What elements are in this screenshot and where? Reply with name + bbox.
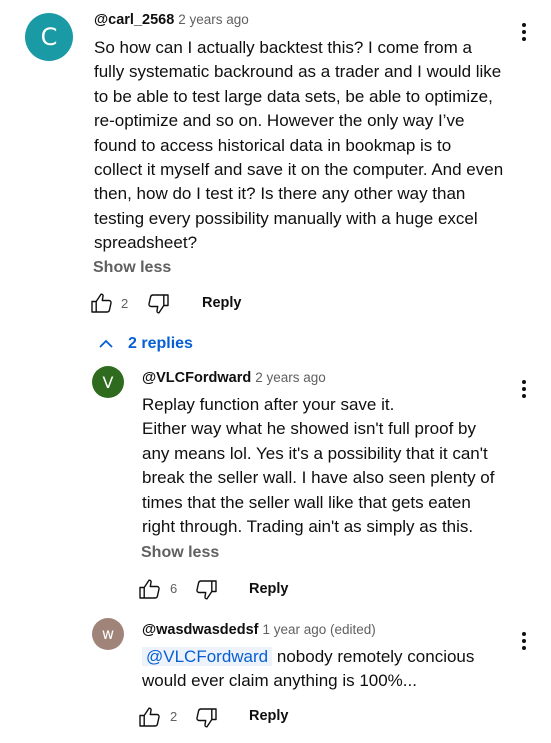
like-count: 2 — [170, 709, 178, 724]
reply-button[interactable]: Reply — [202, 295, 242, 311]
show-less-button[interactable]: Show less — [141, 544, 219, 562]
comment-header: @VLCFordward 2 years ago — [142, 369, 326, 387]
dot-icon — [522, 30, 526, 34]
dislike-button[interactable] — [194, 578, 218, 602]
comment-text-line: any means lol. Yes it's a possibility th… — [142, 443, 488, 463]
dislike-button[interactable] — [146, 292, 170, 316]
comment-time[interactable]: 2 years ago — [255, 370, 326, 385]
author-handle[interactable]: @VLCFordward — [142, 370, 251, 386]
dot-icon — [522, 380, 526, 384]
like-button[interactable] — [138, 705, 162, 729]
avatar-letter: C — [40, 23, 58, 51]
avatar-letter: V — [102, 372, 114, 392]
more-actions-button[interactable] — [519, 632, 529, 652]
like-count: 2 — [121, 296, 129, 311]
comment-time[interactable]: 2 years ago — [178, 12, 249, 27]
comment-text-segment: nobody remotely concious — [276, 647, 475, 666]
comment-text-line: re-optimize and so on. However the only … — [94, 111, 465, 131]
more-actions-button[interactable] — [519, 380, 529, 400]
author-handle[interactable]: @carl_2568 — [94, 12, 174, 28]
comment-text-line: spreadsheet? — [94, 233, 198, 253]
comment-text-line: then, how do I test it? Is there any oth… — [94, 184, 466, 204]
comment-header: @wasdwasdedsf 1 year ago (edited) — [142, 621, 376, 639]
chevron-up-icon — [99, 339, 113, 348]
dot-icon — [522, 646, 526, 650]
comment-text-line: break the seller wall. I have also seen … — [142, 468, 495, 488]
show-less-button[interactable]: Show less — [93, 259, 171, 277]
comment-text-line: collect it myself and save it on the com… — [94, 160, 504, 180]
dot-icon — [522, 394, 526, 398]
dislike-button[interactable] — [194, 706, 218, 730]
comment-text-line: fully systematic backround as a trader a… — [94, 62, 502, 82]
comment-text-line: would ever claim anything is 100%... — [142, 671, 417, 691]
dot-icon — [522, 37, 526, 41]
comment-text-line: So how can I actually backtest this? I c… — [94, 38, 472, 57]
avatar[interactable]: w — [92, 618, 124, 650]
dot-icon — [522, 639, 526, 643]
comment-text: Replay function after your save it. Eith… — [142, 393, 494, 539]
comment-text-line: times that the seller wall like that get… — [142, 492, 471, 512]
reply-button[interactable]: Reply — [249, 708, 289, 724]
dot-icon — [522, 23, 526, 27]
comment-text-line: found to access historical data in bookm… — [94, 135, 452, 155]
author-handle[interactable]: @wasdwasdedsf — [142, 622, 258, 638]
comment-text-line: Replay function after your save it. — [142, 395, 395, 414]
replies-count-label: 2 replies — [128, 335, 193, 352]
comment-header: @carl_2568 2 years ago — [94, 11, 249, 29]
dot-icon — [522, 387, 526, 391]
comment-text: @VLCFordward nobody remotely concious wo… — [142, 645, 474, 694]
like-count: 6 — [170, 581, 178, 596]
replies-toggle[interactable]: 2 replies — [98, 335, 193, 353]
comment-text-line: to be able to test large data sets, be a… — [94, 86, 493, 106]
avatar[interactable]: C — [25, 13, 73, 61]
comment-text-line: right through. Trading ain't as simply a… — [142, 517, 474, 537]
avatar[interactable]: V — [92, 366, 124, 398]
mention-link[interactable]: @VLCFordward — [142, 647, 273, 666]
reply-button[interactable]: Reply — [249, 581, 289, 597]
comment-text-line: Either way what he showed isn't full pro… — [142, 419, 476, 439]
comment-text-line: @VLCFordward nobody remotely concious — [142, 645, 474, 669]
like-button[interactable] — [90, 291, 114, 315]
comment-time[interactable]: 1 year ago (edited) — [262, 622, 375, 637]
comment-text: So how can I actually backtest this? I c… — [94, 36, 503, 256]
like-button[interactable] — [138, 577, 162, 601]
avatar-letter: w — [101, 625, 115, 643]
comment-text-line: testing every possibility manually with … — [94, 208, 478, 228]
more-actions-button[interactable] — [519, 23, 529, 43]
dot-icon — [522, 632, 526, 636]
